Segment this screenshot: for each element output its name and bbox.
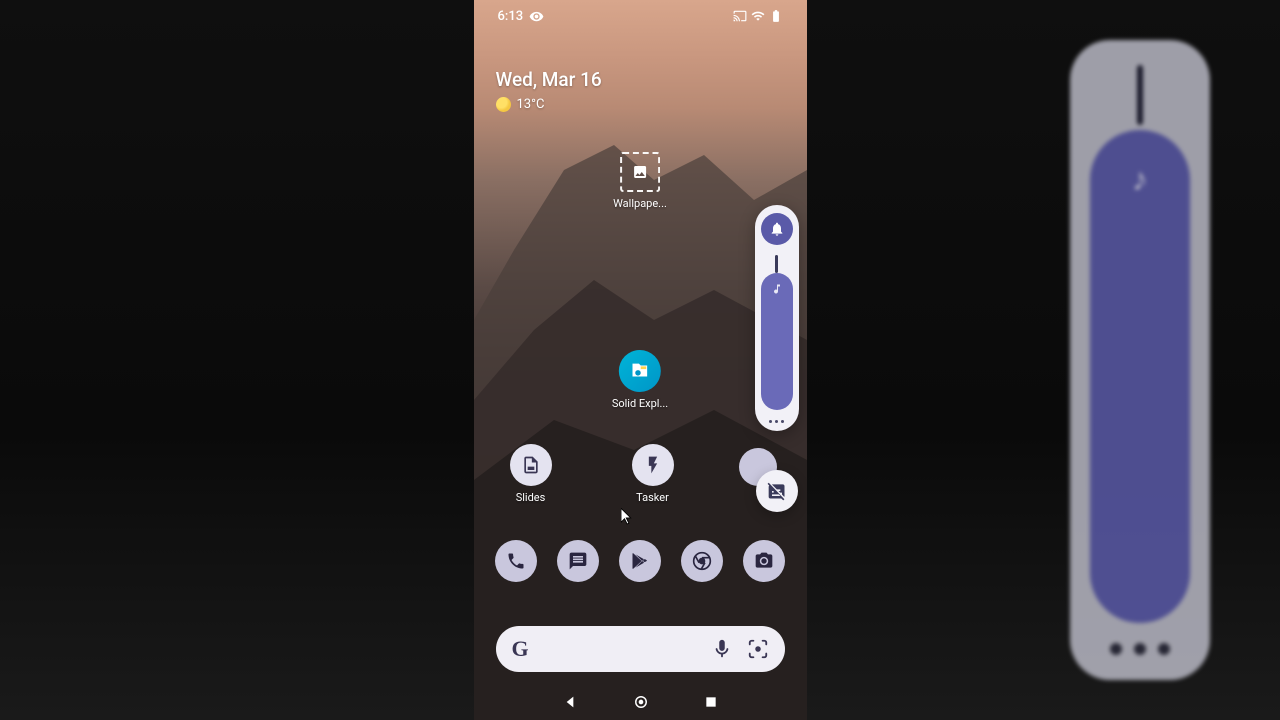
temperature-text: 13°C bbox=[517, 97, 545, 112]
google-logo-icon: G bbox=[512, 636, 529, 662]
bell-icon bbox=[769, 221, 785, 237]
app-label: Slides bbox=[516, 491, 546, 504]
play-store-icon bbox=[630, 551, 650, 571]
tasker-icon bbox=[632, 444, 674, 486]
navigation-bar bbox=[474, 684, 807, 720]
live-caption-toggle[interactable] bbox=[756, 470, 798, 512]
cast-icon bbox=[733, 9, 747, 23]
google-lens-button[interactable] bbox=[747, 638, 769, 660]
date-text: Wed, Mar 16 bbox=[496, 68, 602, 91]
phone-icon bbox=[506, 551, 526, 571]
phone-screen: 6:13 Wed, Mar 16 13°C Wallpape... bbox=[474, 0, 807, 720]
captions-off-icon bbox=[767, 481, 787, 501]
voice-search-button[interactable] bbox=[711, 638, 733, 660]
messages-icon bbox=[568, 551, 588, 571]
wallpaper-icon bbox=[620, 152, 660, 192]
battery-icon bbox=[769, 9, 783, 23]
chrome-icon bbox=[692, 551, 712, 571]
solid-explorer-icon bbox=[619, 350, 661, 392]
eye-icon bbox=[529, 9, 544, 24]
nav-recents-button[interactable] bbox=[704, 695, 718, 709]
volume-slider[interactable] bbox=[761, 255, 793, 410]
app-messages[interactable] bbox=[557, 540, 599, 582]
status-time: 6:13 bbox=[498, 9, 524, 24]
app-camera[interactable] bbox=[743, 540, 785, 582]
volume-more-button[interactable] bbox=[769, 420, 784, 423]
slides-icon bbox=[510, 444, 552, 486]
volume-panel bbox=[755, 205, 799, 431]
nav-home-button[interactable] bbox=[634, 695, 648, 709]
music-note-icon: ♪ bbox=[1132, 160, 1148, 198]
music-note-icon bbox=[771, 283, 783, 295]
app-solid-explorer[interactable]: Solid Expl... bbox=[612, 350, 668, 410]
app-chrome[interactable] bbox=[681, 540, 723, 582]
google-search-bar[interactable]: G bbox=[496, 626, 785, 672]
app-slides[interactable]: Slides bbox=[510, 444, 552, 504]
ringer-mode-button[interactable] bbox=[761, 213, 793, 245]
app-play-store[interactable] bbox=[619, 540, 661, 582]
favorites-row bbox=[474, 540, 807, 582]
app-phone[interactable] bbox=[495, 540, 537, 582]
weather-sunny-icon bbox=[496, 97, 511, 112]
app-label: Wallpape... bbox=[613, 197, 667, 210]
app-tasker[interactable]: Tasker bbox=[632, 444, 674, 504]
app-label: Tasker bbox=[636, 491, 669, 504]
app-label: Solid Expl... bbox=[612, 397, 668, 410]
wifi-icon bbox=[751, 9, 765, 23]
blurred-volume-zoom: ♪ bbox=[1000, 0, 1280, 720]
app-wallpaper[interactable]: Wallpape... bbox=[613, 152, 667, 210]
status-bar: 6:13 bbox=[474, 0, 807, 32]
camera-icon bbox=[754, 551, 774, 571]
at-a-glance-widget[interactable]: Wed, Mar 16 13°C bbox=[496, 68, 602, 112]
mouse-cursor bbox=[621, 508, 635, 530]
nav-back-button[interactable] bbox=[562, 694, 578, 710]
